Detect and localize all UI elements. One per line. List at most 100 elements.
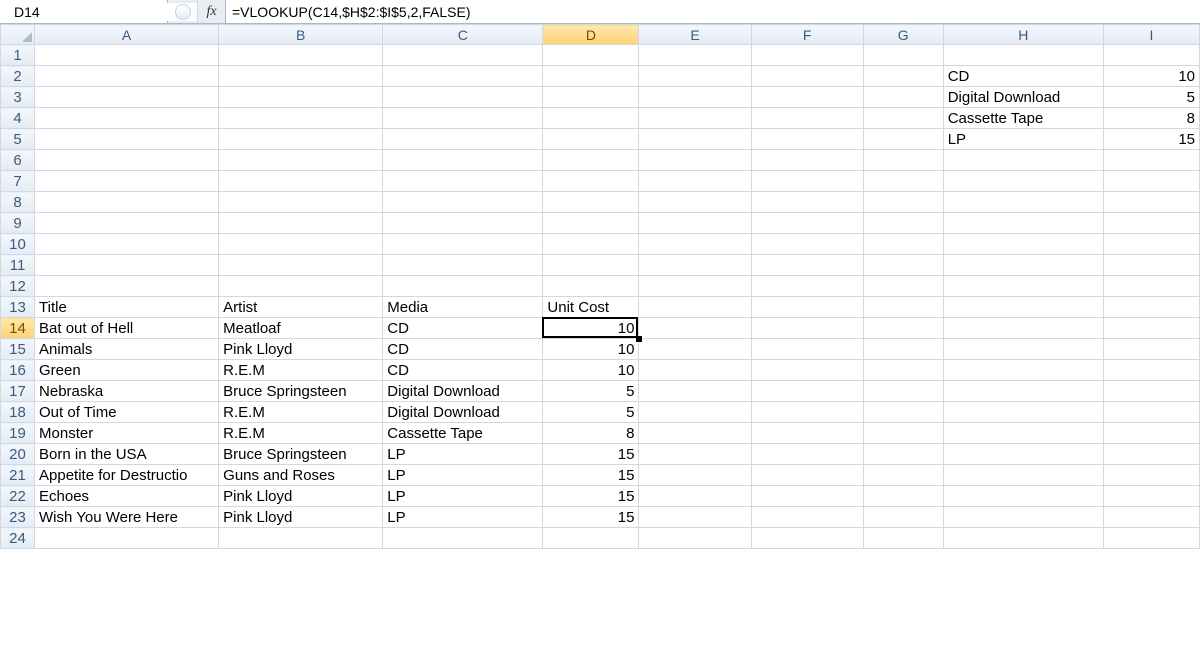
- row-header-15[interactable]: 15: [1, 339, 35, 360]
- cell-C2[interactable]: [383, 66, 543, 87]
- cell-E23[interactable]: [639, 507, 751, 528]
- cell-H19[interactable]: [943, 423, 1103, 444]
- cell-E21[interactable]: [639, 465, 751, 486]
- cell-D7[interactable]: [543, 171, 639, 192]
- cell-E3[interactable]: [639, 87, 751, 108]
- cell-D17[interactable]: 5: [543, 381, 639, 402]
- cell-A24[interactable]: [35, 528, 219, 549]
- cell-H2[interactable]: CD: [943, 66, 1103, 87]
- cell-D22[interactable]: 15: [543, 486, 639, 507]
- cell-I7[interactable]: [1103, 171, 1199, 192]
- cell-D19[interactable]: 8: [543, 423, 639, 444]
- cell-E13[interactable]: [639, 297, 751, 318]
- cell-G17[interactable]: [863, 381, 943, 402]
- cell-F8[interactable]: [751, 192, 863, 213]
- column-header-A[interactable]: A: [35, 25, 219, 45]
- cell-E5[interactable]: [639, 129, 751, 150]
- cell-F10[interactable]: [751, 234, 863, 255]
- cell-C8[interactable]: [383, 192, 543, 213]
- cell-G20[interactable]: [863, 444, 943, 465]
- cell-B3[interactable]: [219, 87, 383, 108]
- row-header-12[interactable]: 12: [1, 276, 35, 297]
- cell-B5[interactable]: [219, 129, 383, 150]
- cell-D23[interactable]: 15: [543, 507, 639, 528]
- cell-E12[interactable]: [639, 276, 751, 297]
- cell-F12[interactable]: [751, 276, 863, 297]
- cell-C23[interactable]: LP: [383, 507, 543, 528]
- cell-H11[interactable]: [943, 255, 1103, 276]
- cell-H8[interactable]: [943, 192, 1103, 213]
- cell-D2[interactable]: [543, 66, 639, 87]
- cell-A10[interactable]: [35, 234, 219, 255]
- cell-D20[interactable]: 15: [543, 444, 639, 465]
- formula-input[interactable]: =VLOOKUP(C14,$H$2:$I$5,2,FALSE): [226, 0, 1200, 23]
- cell-E6[interactable]: [639, 150, 751, 171]
- cell-F2[interactable]: [751, 66, 863, 87]
- row-header-6[interactable]: 6: [1, 150, 35, 171]
- cell-I2[interactable]: 10: [1103, 66, 1199, 87]
- cell-I13[interactable]: [1103, 297, 1199, 318]
- cell-C12[interactable]: [383, 276, 543, 297]
- cell-A17[interactable]: Nebraska: [35, 381, 219, 402]
- cell-D21[interactable]: 15: [543, 465, 639, 486]
- cell-E24[interactable]: [639, 528, 751, 549]
- cell-I11[interactable]: [1103, 255, 1199, 276]
- cell-C16[interactable]: CD: [383, 360, 543, 381]
- cell-G21[interactable]: [863, 465, 943, 486]
- cell-B8[interactable]: [219, 192, 383, 213]
- cell-I6[interactable]: [1103, 150, 1199, 171]
- cell-B22[interactable]: Pink Lloyd: [219, 486, 383, 507]
- cell-I21[interactable]: [1103, 465, 1199, 486]
- row-header-23[interactable]: 23: [1, 507, 35, 528]
- row-header-8[interactable]: 8: [1, 192, 35, 213]
- column-header-D[interactable]: D: [543, 25, 639, 45]
- cell-G22[interactable]: [863, 486, 943, 507]
- cell-I9[interactable]: [1103, 213, 1199, 234]
- cell-B2[interactable]: [219, 66, 383, 87]
- cell-G11[interactable]: [863, 255, 943, 276]
- cell-H7[interactable]: [943, 171, 1103, 192]
- cell-A13[interactable]: Title: [35, 297, 219, 318]
- cell-A14[interactable]: Bat out of Hell: [35, 318, 219, 339]
- row-header-2[interactable]: 2: [1, 66, 35, 87]
- column-header-G[interactable]: G: [863, 25, 943, 45]
- cell-A2[interactable]: [35, 66, 219, 87]
- column-header-C[interactable]: C: [383, 25, 543, 45]
- cell-I3[interactable]: 5: [1103, 87, 1199, 108]
- cell-E18[interactable]: [639, 402, 751, 423]
- cell-A23[interactable]: Wish You Were Here: [35, 507, 219, 528]
- cell-H1[interactable]: [943, 45, 1103, 66]
- cell-C10[interactable]: [383, 234, 543, 255]
- cell-F17[interactable]: [751, 381, 863, 402]
- cell-E22[interactable]: [639, 486, 751, 507]
- cell-H20[interactable]: [943, 444, 1103, 465]
- column-header-I[interactable]: I: [1103, 25, 1199, 45]
- cell-A9[interactable]: [35, 213, 219, 234]
- cell-D4[interactable]: [543, 108, 639, 129]
- cell-E2[interactable]: [639, 66, 751, 87]
- cell-F6[interactable]: [751, 150, 863, 171]
- cell-G5[interactable]: [863, 129, 943, 150]
- cell-F19[interactable]: [751, 423, 863, 444]
- cell-G10[interactable]: [863, 234, 943, 255]
- cell-C21[interactable]: LP: [383, 465, 543, 486]
- cell-C5[interactable]: [383, 129, 543, 150]
- cell-G15[interactable]: [863, 339, 943, 360]
- cell-H15[interactable]: [943, 339, 1103, 360]
- cell-A20[interactable]: Born in the USA: [35, 444, 219, 465]
- cell-C19[interactable]: Cassette Tape: [383, 423, 543, 444]
- cell-B17[interactable]: Bruce Springsteen: [219, 381, 383, 402]
- cell-F15[interactable]: [751, 339, 863, 360]
- cell-I22[interactable]: [1103, 486, 1199, 507]
- cell-C14[interactable]: CD: [383, 318, 543, 339]
- cell-G3[interactable]: [863, 87, 943, 108]
- cell-B7[interactable]: [219, 171, 383, 192]
- cell-G7[interactable]: [863, 171, 943, 192]
- cell-I18[interactable]: [1103, 402, 1199, 423]
- cell-C17[interactable]: Digital Download: [383, 381, 543, 402]
- cell-B21[interactable]: Guns and Roses: [219, 465, 383, 486]
- cell-D14[interactable]: 10: [543, 318, 639, 339]
- cell-F11[interactable]: [751, 255, 863, 276]
- cell-A6[interactable]: [35, 150, 219, 171]
- cell-B10[interactable]: [219, 234, 383, 255]
